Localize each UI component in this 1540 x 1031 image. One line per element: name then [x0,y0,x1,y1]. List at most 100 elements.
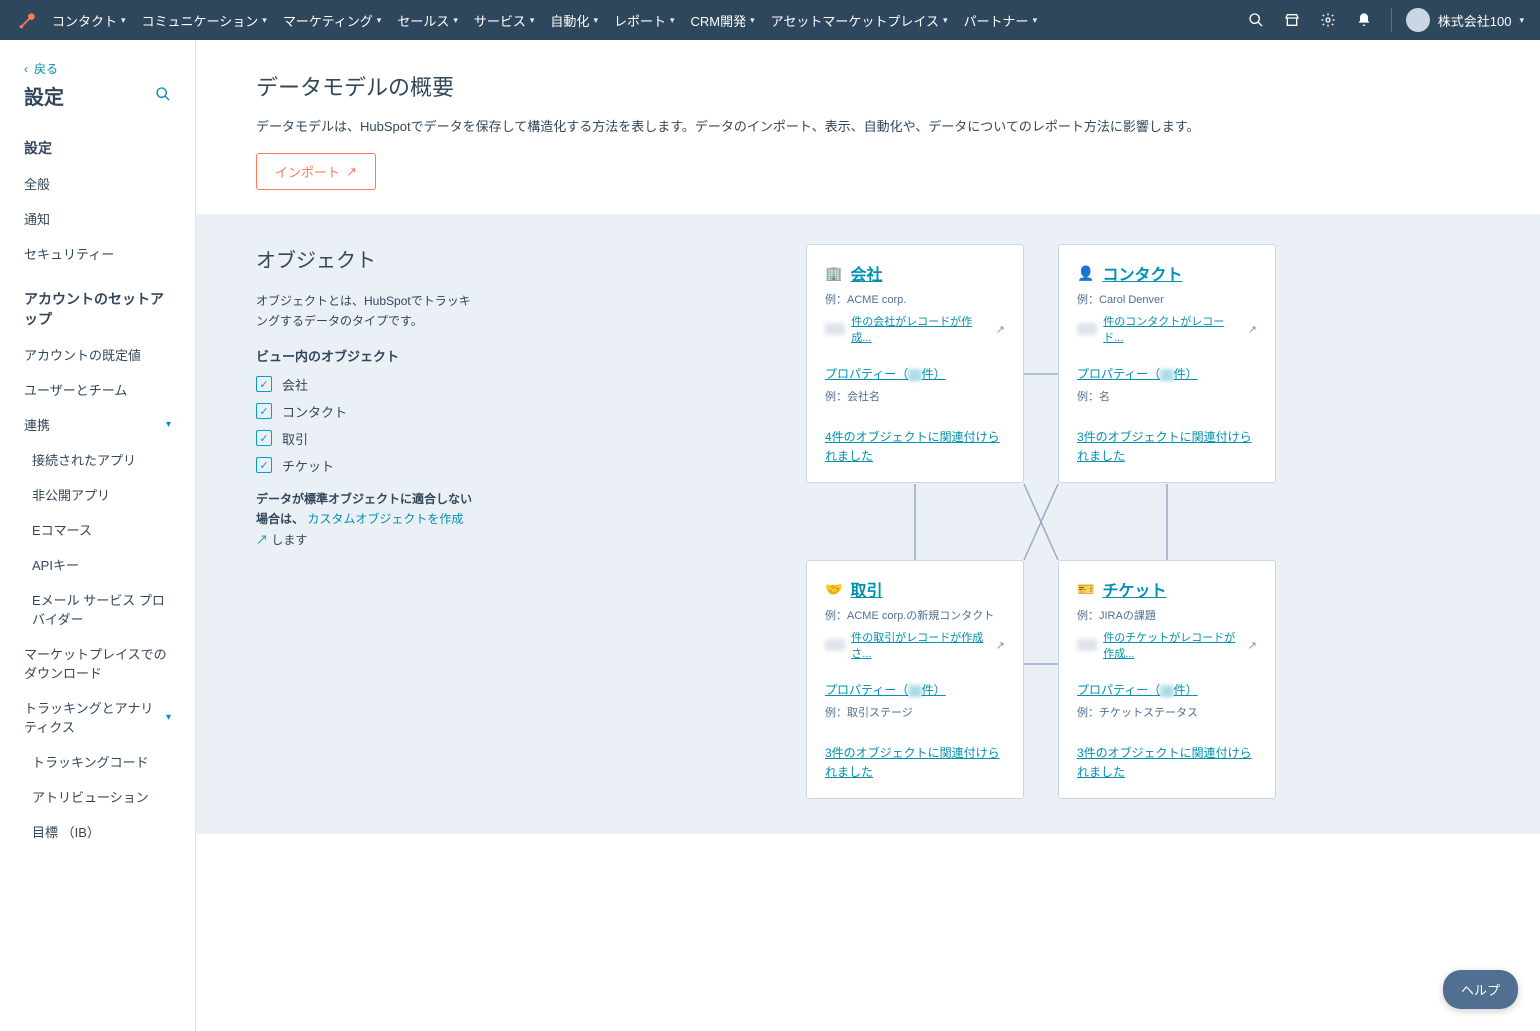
back-link[interactable]: ‹ 戻る [0,52,195,81]
property-example: 例：チケットステータス [1077,704,1257,720]
checkbox-label: コンタクト [282,402,347,421]
top-menu-item[interactable]: CRM開発▾ [691,11,755,30]
account-switcher[interactable]: 株式会社100 ▾ [1391,8,1524,32]
sidebar-item[interactable]: トラッキングコード [0,744,195,779]
sidebar-item-label: 通知 [24,209,50,228]
settings-gear-icon[interactable] [1319,11,1337,29]
top-menu-item[interactable]: コミュニケーション▾ [142,11,267,30]
property-example: 例：名 [1077,388,1257,404]
record-link[interactable]: 件のコンタクトがレコード... [1103,313,1242,345]
record-link[interactable]: 件の会社がレコードが作成... [851,313,990,345]
top-menu-item[interactable]: マーケティング▾ [283,11,382,30]
record-link[interactable]: 件のチケットがレコードが作成... [1103,629,1242,661]
menu-label: コミュニケーション [142,11,259,30]
external-link-icon[interactable]: ↗ [1248,323,1257,336]
properties-link[interactable]: プロパティー（00件） [825,681,946,698]
object-card: 🎫 チケット 例：JIRAの課題 00 件のチケットがレコードが作成... ↗ … [1058,560,1276,799]
top-menu-item[interactable]: コンタクト ▾ [52,11,126,30]
sidebar-item[interactable]: セキュリティー [0,236,195,271]
menu-label: パートナー [964,11,1029,30]
object-card: 🏢 会社 例：ACME corp. 00 件の会社がレコードが作成... ↗ プ… [806,244,1024,483]
objects-subhead: ビュー内のオブジェクト [256,346,476,365]
custom-link-label: カスタムオブジェクトを作成 [307,512,463,526]
sidebar-item[interactable]: アトリビューション [0,779,195,814]
object-icon: 🏢 [825,265,842,282]
object-title-link[interactable]: コンタクト [1102,261,1182,285]
external-link-icon[interactable]: ↗ [996,323,1005,336]
checkbox[interactable]: ✓ [256,430,272,446]
property-example: 例：会社名 [825,388,1005,404]
object-title-link[interactable]: チケット [1102,577,1166,601]
objects-section: オブジェクト オブジェクトとは、HubSpotでトラッキングするデータのタイプで… [196,214,1540,834]
properties-link[interactable]: プロパティー（00件） [825,365,946,382]
sidebar-item[interactable]: 非公開アプリ [0,477,195,512]
sidebar-item[interactable]: Eメール サービス プロバイダー [0,582,195,636]
external-link-icon: ↗ [346,164,357,180]
record-count-blur: 00 [1077,639,1097,651]
associations-link[interactable]: 3件のオブジェクトに関連付けられました [825,746,1000,779]
record-count-blur: 00 [1077,323,1097,335]
properties-link[interactable]: プロパティー（00件） [1077,365,1198,382]
checkbox[interactable]: ✓ [256,376,272,392]
sidebar-item[interactable]: 接続されたアプリ [0,442,195,477]
checkbox[interactable]: ✓ [256,403,272,419]
checkbox[interactable]: ✓ [256,457,272,473]
record-count-line: 00 件のチケットがレコードが作成... ↗ [1077,629,1257,661]
import-button[interactable]: インポート ↗ [256,153,376,190]
account-name: 株式会社100 [1438,11,1512,30]
sidebar-item[interactable]: 通知 [0,201,195,236]
sidebar-item[interactable]: ユーザーとチーム [0,372,195,407]
help-button[interactable]: ヘルプ [1443,970,1518,1009]
chevron-down-icon: ▾ [262,15,267,26]
search-icon[interactable] [155,86,171,105]
sidebar-item[interactable]: 全般 [0,166,195,201]
object-title-link[interactable]: 取引 [850,577,882,601]
sidebar-item-label: Eコマース [32,520,92,539]
menu-label: サービス [474,11,526,30]
sidebar-item-label: 全般 [24,174,50,193]
sidebar-item[interactable]: 連携▾ [0,407,195,442]
chevron-down-icon: ▾ [377,15,382,26]
chevron-down-icon: ▾ [121,15,126,26]
sidebar-section-account: アカウントのセットアップ [0,271,195,337]
record-link[interactable]: 件の取引がレコードが作成さ... [851,629,990,661]
top-menu-item[interactable]: セールス▾ [397,11,458,30]
notifications-bell-icon[interactable] [1355,11,1373,29]
menu-label: アセットマーケットプレイス [771,11,939,30]
associations-link[interactable]: 3件のオブジェクトに関連付けられました [1077,430,1252,463]
menu-label: コンタクト [52,11,117,30]
checkbox-label: 取引 [282,429,308,448]
custom-note-post: します [271,533,307,547]
checkbox-label: チケット [282,456,334,475]
external-link-icon[interactable]: ↗ [996,639,1005,652]
settings-sidebar: ‹ 戻る 設定 設定 全般通知セキュリティー アカウントのセットアップ アカウン… [0,40,196,1031]
object-example: 例：Carol Denver [1077,291,1257,307]
sidebar-item[interactable]: Eコマース [0,512,195,547]
top-menu-item[interactable]: アセットマーケットプレイス ▾ [771,11,948,30]
chevron-down-icon: ▾ [453,15,458,26]
properties-link[interactable]: プロパティー（00件） [1077,681,1198,698]
chevron-down-icon: ▾ [943,15,948,26]
chevron-down-icon: ▾ [530,15,535,26]
top-menu-item[interactable]: サービス ▾ [474,11,535,30]
top-menu-item[interactable]: 自動化▾ [550,11,598,30]
sidebar-item[interactable]: アカウントの既定値 [0,337,195,372]
top-menu-item[interactable]: レポート▾ [614,11,675,30]
top-menu-item[interactable]: パートナー▾ [964,11,1038,30]
hubspot-logo-icon[interactable] [16,8,40,32]
search-icon[interactable] [1247,11,1265,29]
marketplace-icon[interactable] [1283,11,1301,29]
sidebar-item[interactable]: マーケットプレイスでのダウンロード [0,636,195,690]
associations-link[interactable]: 4件のオブジェクトに関連付けられました [825,430,1000,463]
sidebar-item[interactable]: APIキー [0,547,195,582]
sidebar-item[interactable]: トラッキングとアナリティクス▾ [0,690,195,744]
object-title-link[interactable]: 会社 [850,261,882,285]
sidebar-item-label: トラッキングコード [32,752,149,771]
objects-description: オブジェクトとは、HubSpotでトラッキングするデータのタイプです。 [256,291,476,332]
external-link-icon: ↗ [256,533,268,547]
top-nav: コンタクト▾コミュニケーション▾マーケティング▾セールス▾サービス▾自動化▾レポ… [0,0,1540,40]
menu-label: レポート [614,11,666,30]
sidebar-item[interactable]: 目標 （IB） [0,814,195,849]
associations-link[interactable]: 3件のオブジェクトに関連付けられました [1077,746,1252,779]
external-link-icon[interactable]: ↗ [1248,639,1257,652]
